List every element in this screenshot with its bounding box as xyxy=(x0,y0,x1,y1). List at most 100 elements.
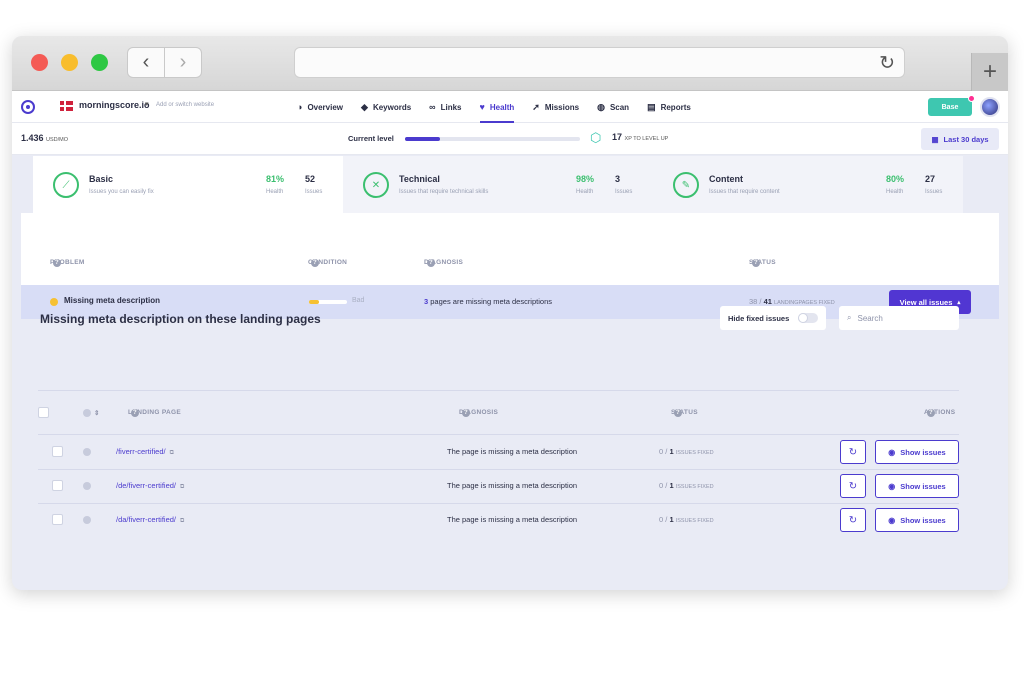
date-range-button[interactable]: ▦ Last 30 days xyxy=(921,128,999,150)
nav-item-missions[interactable]: ➚ Missions xyxy=(532,91,579,123)
nav-item-scan[interactable]: ◍ Scan xyxy=(597,91,629,123)
base-plan-button[interactable]: Base xyxy=(928,95,975,116)
problem-status: 38 / 41 LANDINGPAGES FIXED xyxy=(749,297,835,306)
card-subtitle: Issues that require technical skills xyxy=(399,189,489,195)
back-icon[interactable]: ‹ xyxy=(128,48,165,77)
landing-page-link[interactable]: /da/fiverr-certified/⧉ xyxy=(116,515,184,525)
status-dot-icon xyxy=(83,516,91,524)
new-tab-icon[interactable]: + xyxy=(971,53,1008,91)
browser-nav-buttons: ‹ › xyxy=(127,47,202,78)
hide-fixed-issues-toggle[interactable]: Hide fixed issues xyxy=(720,306,826,330)
card-health-value: 80% xyxy=(886,174,905,184)
problems-panel xyxy=(21,213,999,285)
nav-item-label: Missions xyxy=(544,102,580,112)
table-row: /da/fiverr-certified/⧉ The page is missi… xyxy=(38,505,959,535)
card-issues-value: 3 xyxy=(615,174,621,184)
row-diagnosis: The page is missing a meta description xyxy=(447,481,578,490)
card-content[interactable]: ✎ Content Issues that require content 80… xyxy=(653,156,963,213)
landing-page-link[interactable]: /fiverr-certified/⧉ xyxy=(116,447,174,457)
external-link-icon[interactable]: ⧉ xyxy=(180,518,184,524)
problem-name: Missing meta description xyxy=(64,296,161,305)
card-subtitle: Issues that require content xyxy=(709,189,780,195)
nav-item-label: Links xyxy=(440,102,462,112)
card-technical[interactable]: ✕ Technical Issues that require technica… xyxy=(343,156,653,213)
help-icon[interactable]: ? xyxy=(131,409,139,417)
card-health-label: Health xyxy=(266,189,284,195)
refresh-icon[interactable]: ↻ xyxy=(840,474,866,498)
close-window-button[interactable] xyxy=(31,54,48,71)
nav-item-keywords[interactable]: ◆ Keywords xyxy=(361,91,411,123)
help-icon[interactable]: ? xyxy=(752,259,760,267)
search-icon: ⌕ xyxy=(847,313,852,322)
nav-item-overview[interactable]: ◑ Overview xyxy=(297,91,343,123)
logo-icon[interactable] xyxy=(21,100,35,114)
card-issues-label: Issues xyxy=(305,189,323,195)
help-icon[interactable]: ? xyxy=(53,259,61,267)
avatar[interactable] xyxy=(980,97,1000,117)
row-status: 0 / 1 ISSUES FIXED xyxy=(659,481,714,490)
main-menu: ◑ Overview ◆ Keywords ∞ Links ♥ Health ➚ Miss… xyxy=(297,91,709,123)
help-icon[interactable]: ? xyxy=(427,259,435,267)
site-switch-caret-icon[interactable]: ▾ xyxy=(145,100,149,108)
nav-item-links[interactable]: ∞ Links xyxy=(429,91,461,123)
nav-item-health[interactable]: ♥ Health xyxy=(479,91,515,123)
show-issues-button[interactable]: ◉ Show issues xyxy=(875,440,959,464)
eye-icon: ◉ xyxy=(888,515,896,525)
app-navbar: morningscore.io ▾ Add or switch website … xyxy=(12,91,1008,123)
wand-icon: ⟋ xyxy=(53,172,79,198)
card-issues-label: Issues xyxy=(925,189,943,195)
refresh-icon[interactable]: ↻ xyxy=(840,508,866,532)
refresh-icon[interactable]: ↻ xyxy=(840,440,866,464)
landing-page-link[interactable]: /de/fiverr-certified/⧉ xyxy=(116,481,184,491)
card-title: Content xyxy=(709,174,743,184)
divider xyxy=(38,390,959,391)
nav-item-reports[interactable]: ▤ Reports xyxy=(647,91,691,123)
toggle-switch[interactable] xyxy=(798,313,818,323)
calendar-icon: ▦ xyxy=(931,134,939,144)
card-basic[interactable]: ⟋ Basic Issues you can easily fix 81% He… xyxy=(33,156,343,213)
row-checkbox[interactable] xyxy=(52,446,63,457)
address-bar[interactable]: ↻ xyxy=(294,47,905,78)
row-checkbox[interactable] xyxy=(52,480,63,491)
row-status: 0 / 1 ISSUES FIXED xyxy=(659,447,714,456)
nav-item-label: Reports xyxy=(660,102,691,112)
row-checkbox[interactable] xyxy=(52,514,63,525)
nav-item-label: Health xyxy=(489,102,515,112)
xp-badge-icon: ⬡ xyxy=(590,130,602,145)
minimize-window-button[interactable] xyxy=(61,54,78,71)
reload-icon[interactable]: ↻ xyxy=(879,52,895,75)
show-issues-button[interactable]: ◉ Show issues xyxy=(875,474,959,498)
site-name[interactable]: morningscore.io xyxy=(79,100,150,110)
level-progress-bar xyxy=(405,137,580,141)
help-icon[interactable]: ? xyxy=(462,409,470,417)
select-all-checkbox[interactable] xyxy=(38,407,49,418)
show-issues-button[interactable]: ◉ Show issues xyxy=(875,508,959,532)
divider xyxy=(38,434,959,435)
table-row: /de/fiverr-certified/⧉ The page is missi… xyxy=(38,471,959,501)
heart-icon: ♥ xyxy=(479,102,485,112)
nav-item-label: Overview xyxy=(307,102,344,112)
search-input[interactable]: ⌕ Search xyxy=(839,306,959,330)
caret-up-icon: ▴ xyxy=(957,299,961,306)
external-link-icon[interactable]: ⧉ xyxy=(170,450,174,456)
help-icon[interactable]: ? xyxy=(311,259,319,267)
stats-bar: 1.436 USD/MO Current level ⬡ 17 XP TO LE… xyxy=(12,123,1008,155)
denmark-flag-icon xyxy=(60,101,73,111)
document-icon: ▤ xyxy=(647,101,656,112)
level-progress-fill xyxy=(405,137,440,141)
forward-icon[interactable]: › xyxy=(165,48,201,77)
switch-website-hint[interactable]: Add or switch website xyxy=(156,102,214,108)
health-category-cards: ⟋ Basic Issues you can easily fix 81% He… xyxy=(33,156,965,213)
condition-label: Bad xyxy=(352,297,365,304)
nav-item-label: Keywords xyxy=(372,102,412,112)
pencil-icon: ✎ xyxy=(673,172,699,198)
external-link-icon[interactable]: ⧉ xyxy=(180,484,184,490)
card-health-value: 81% xyxy=(266,174,285,184)
maximize-window-button[interactable] xyxy=(91,54,108,71)
warning-dot-icon xyxy=(50,298,58,306)
status-dot-icon xyxy=(83,409,91,417)
help-icon[interactable]: ? xyxy=(674,409,682,417)
help-icon[interactable]: ? xyxy=(927,409,935,417)
header-sort[interactable]: ⇕ xyxy=(83,409,99,419)
table-row: /fiverr-certified/⧉ The page is missing … xyxy=(38,437,959,467)
